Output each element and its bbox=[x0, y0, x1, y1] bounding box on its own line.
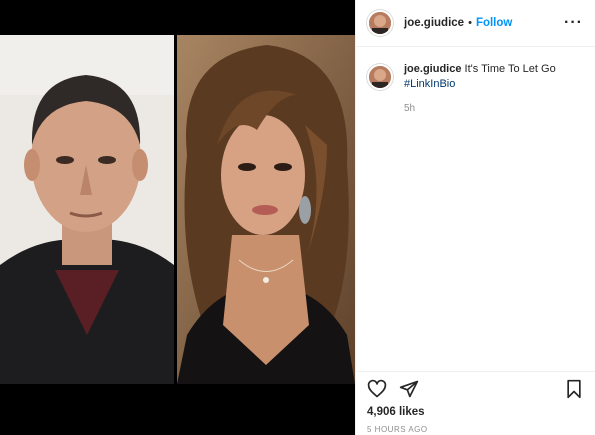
post-actions: 4,906 likes 5 HOURS AGO bbox=[356, 371, 595, 434]
caption-timestamp[interactable]: 5h bbox=[404, 101, 556, 116]
heart-icon[interactable] bbox=[367, 379, 387, 399]
action-icons-row bbox=[367, 372, 583, 406]
caption-text: It's Time To Let Go bbox=[461, 63, 556, 75]
bookmark-icon[interactable] bbox=[565, 379, 583, 399]
caption-username[interactable]: joe.giudice bbox=[404, 63, 461, 75]
caption-hashtag[interactable]: #LinkInBio bbox=[404, 77, 556, 92]
follow-button[interactable]: Follow bbox=[476, 17, 512, 29]
post-photo-left bbox=[0, 35, 174, 384]
more-options-icon[interactable]: ··· bbox=[564, 14, 583, 32]
post-side-panel: joe.giudice • Follow ··· joe.giudice It'… bbox=[355, 0, 595, 435]
likes-count[interactable]: 4,906 likes bbox=[367, 406, 583, 418]
caption-body: joe.giudice It's Time To Let Go #LinkInB… bbox=[404, 62, 556, 116]
avatar[interactable] bbox=[367, 10, 393, 36]
caption-avatar[interactable] bbox=[367, 64, 393, 90]
post-caption: joe.giudice It's Time To Let Go #LinkInB… bbox=[356, 47, 595, 116]
header-username[interactable]: joe.giudice bbox=[404, 17, 464, 29]
post-age: 5 HOURS AGO bbox=[367, 425, 428, 434]
post-header: joe.giudice • Follow ··· bbox=[356, 0, 595, 47]
post-photo-right bbox=[177, 35, 355, 384]
header-separator: • bbox=[468, 17, 472, 29]
post-media[interactable] bbox=[0, 0, 355, 435]
share-icon[interactable] bbox=[399, 379, 419, 399]
